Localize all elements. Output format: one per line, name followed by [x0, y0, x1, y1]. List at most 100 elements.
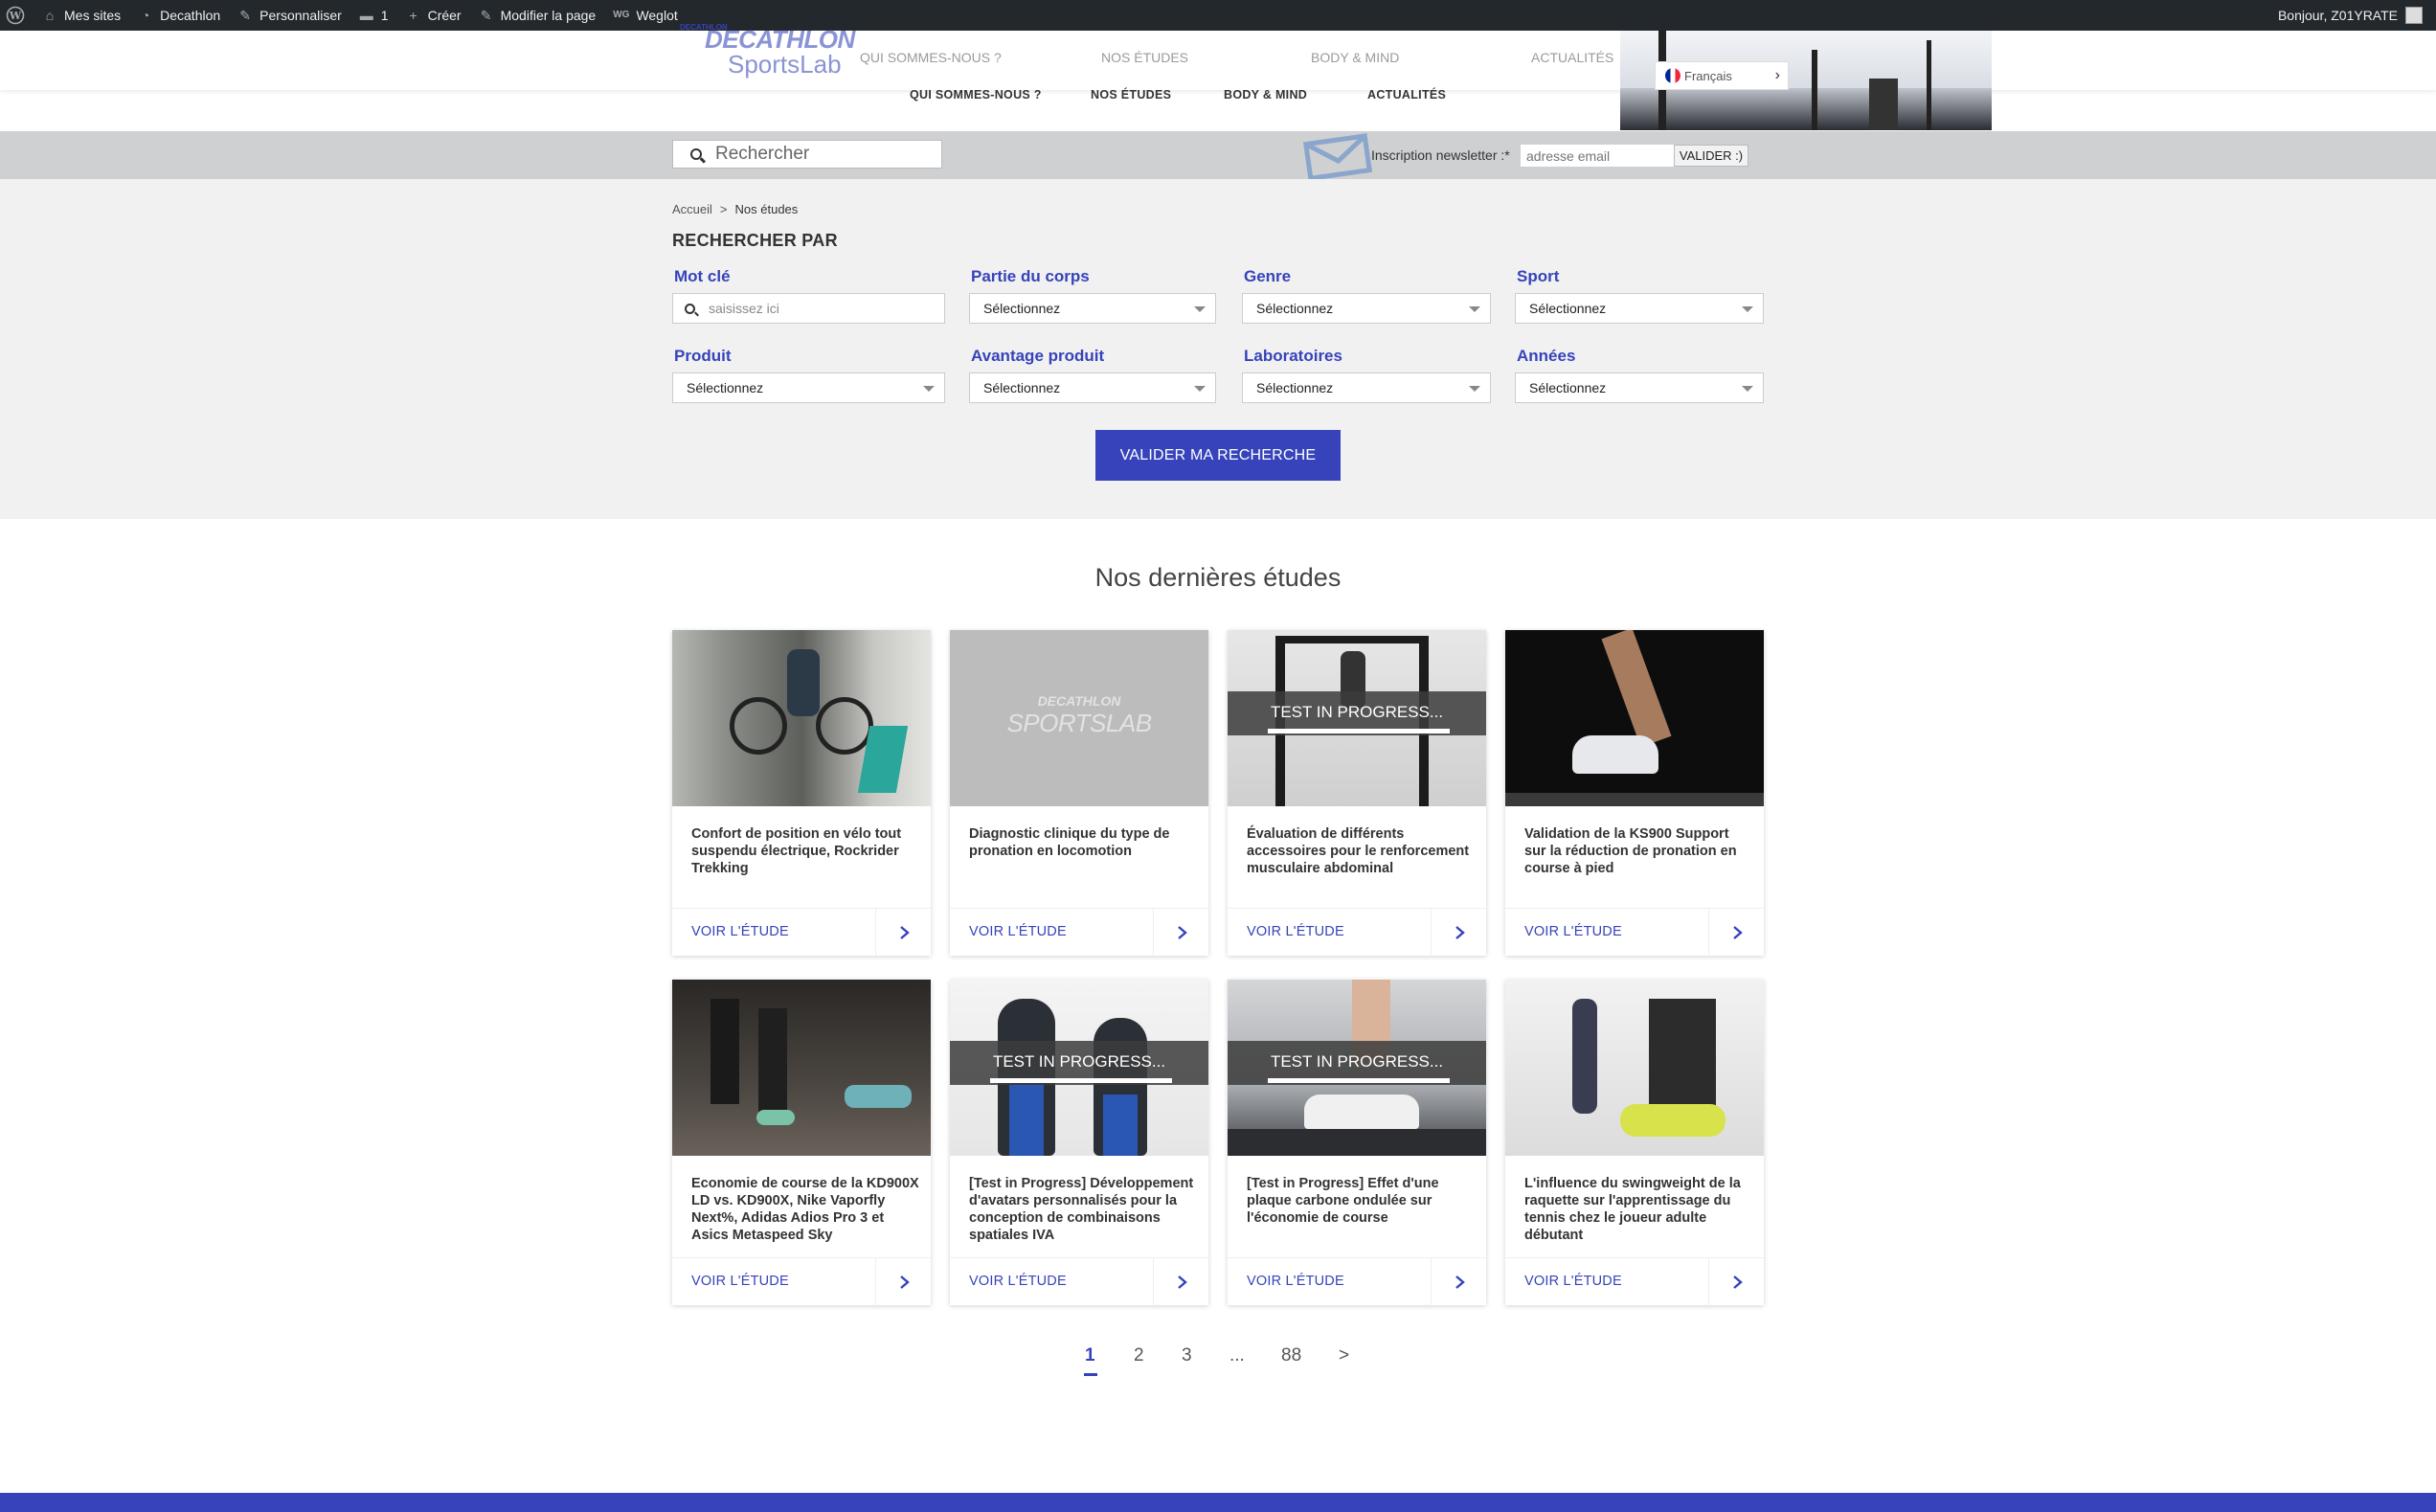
- sportslab-placeholder-image: DECATHLON SPORTSLAB: [950, 630, 1208, 806]
- nav-nos-etudes[interactable]: NOS ÉTUDES: [1091, 88, 1171, 102]
- site-search-input[interactable]: Rechercher: [672, 140, 942, 169]
- french-flag-icon: [1665, 68, 1680, 83]
- view-study-link[interactable]: VOIR L'ÉTUDE: [691, 1274, 789, 1289]
- ghost-nav-qui: QUI SOMMES-NOUS ?: [860, 50, 1002, 65]
- study-title: Economie de course de la KD900X LD vs. K…: [691, 1176, 919, 1243]
- view-study-link[interactable]: VOIR L'ÉTUDE: [1247, 924, 1344, 939]
- chevron-right-icon[interactable]: [1153, 1258, 1208, 1306]
- newsletter-label: Inscription newsletter :*: [1371, 147, 1510, 163]
- filter-label-laboratoires: Laboratoires: [1244, 347, 1342, 365]
- study-image-ebike: [672, 630, 931, 806]
- ghost-nav-body: BODY & MIND: [1311, 50, 1400, 65]
- pagination-page-2[interactable]: 2: [1134, 1345, 1144, 1366]
- chevron-right-icon[interactable]: [1708, 909, 1764, 957]
- filter-select-produit[interactable]: Sélectionnez: [672, 372, 945, 403]
- site-logo[interactable]: DECATHLON DECATHLON SportsLab: [672, 21, 855, 79]
- pagination-page-1[interactable]: 1: [1085, 1345, 1095, 1366]
- filter-select-laboratoires[interactable]: Sélectionnez: [1242, 372, 1491, 403]
- pagination-page-88[interactable]: 88: [1281, 1345, 1301, 1366]
- language-switcher[interactable]: Français ›: [1655, 61, 1789, 90]
- nav-body-mind[interactable]: BODY & MIND: [1224, 88, 1307, 102]
- study-title: [Test in Progress] Effet d'une plaque ca…: [1247, 1176, 1439, 1226]
- study-image-running-shoe: [1505, 630, 1764, 806]
- chevron-right-icon[interactable]: [1431, 1258, 1486, 1306]
- breadcrumb: Accueil > Nos études: [672, 202, 799, 216]
- search-by-title: RECHERCHER PAR: [672, 231, 838, 250]
- study-card[interactable]: TEST IN PROGRESS... [Test in Progress] D…: [950, 980, 1208, 1306]
- admin-comments[interactable]: ▬ 1: [350, 0, 397, 31]
- dropdown-caret-icon: [1194, 386, 1206, 392]
- chevron-right-icon: ›: [1774, 67, 1780, 83]
- admin-mes-sites[interactable]: ⌂ Mes sites: [34, 0, 129, 31]
- study-card[interactable]: TEST IN PROGRESS... [Test in Progress] E…: [1228, 980, 1486, 1306]
- study-card[interactable]: Confort de position en vélo tout suspend…: [672, 630, 931, 957]
- dashboard-icon: ◔: [141, 8, 150, 23]
- envelope-icon: [1302, 133, 1373, 182]
- ghost-nav-actualites: ACTUALITÉS: [1531, 50, 1614, 65]
- dropdown-caret-icon: [923, 386, 935, 392]
- admin-account[interactable]: Bonjour, Z01YRATE: [2278, 7, 2436, 24]
- chevron-right-icon[interactable]: [875, 909, 931, 957]
- filter-label-genre: Genre: [1244, 267, 1292, 285]
- view-study-link[interactable]: VOIR L'ÉTUDE: [969, 1274, 1067, 1289]
- view-study-link[interactable]: VOIR L'ÉTUDE: [1524, 924, 1622, 939]
- submit-search-button[interactable]: VALIDER MA RECHERCHE: [1095, 430, 1341, 481]
- view-study-link[interactable]: VOIR L'ÉTUDE: [1247, 1274, 1344, 1289]
- chevron-right-icon[interactable]: [875, 1258, 931, 1306]
- nav-qui-sommes-nous[interactable]: QUI SOMMES-NOUS ?: [910, 88, 1042, 102]
- study-card[interactable]: Validation de la KS900 Support sur la ré…: [1505, 630, 1764, 957]
- pagination-ellipsis: ...: [1229, 1345, 1245, 1365]
- admin-greeting: Bonjour, Z01YRATE: [2277, 8, 2398, 23]
- study-card[interactable]: TEST IN PROGRESS... Évaluation de différ…: [1228, 630, 1486, 957]
- language-label: Français: [1684, 68, 1732, 83]
- view-study-link[interactable]: VOIR L'ÉTUDE: [1524, 1274, 1622, 1289]
- search-bar: [0, 131, 2436, 179]
- view-study-link[interactable]: VOIR L'ÉTUDE: [969, 924, 1067, 939]
- dropdown-caret-icon: [1742, 306, 1753, 312]
- chevron-right-icon[interactable]: [1153, 909, 1208, 957]
- pagination-page-3[interactable]: 3: [1182, 1345, 1192, 1366]
- chevron-right-icon[interactable]: [1708, 1258, 1764, 1306]
- admin-creer[interactable]: + Créer: [397, 0, 470, 31]
- svg-text:W: W: [9, 10, 22, 22]
- pagination-next[interactable]: >: [1339, 1345, 1349, 1366]
- dropdown-caret-icon: [1194, 306, 1206, 312]
- latest-studies-title: Nos dernières études: [1094, 563, 1342, 592]
- filter-select-genre[interactable]: Sélectionnez: [1242, 293, 1491, 324]
- study-title: Confort de position en vélo tout suspend…: [691, 826, 902, 876]
- newsletter-email-field[interactable]: [1521, 145, 1674, 167]
- weglot-icon: WG: [613, 10, 630, 20]
- filter-label-produit: Produit: [674, 347, 732, 365]
- nav-actualites[interactable]: ACTUALITÉS: [1367, 88, 1446, 102]
- admin-personnaliser[interactable]: ✎ Personnaliser: [229, 0, 350, 31]
- filter-select-annees[interactable]: Sélectionnez: [1515, 372, 1764, 403]
- study-image-runners: [672, 980, 931, 1156]
- filter-select-avantage-produit[interactable]: Sélectionnez: [969, 372, 1216, 403]
- filter-select-partie-du-corps[interactable]: Sélectionnez: [969, 293, 1216, 324]
- pencil-icon: ✎: [480, 8, 492, 23]
- filter-label-sport: Sport: [1517, 267, 1560, 285]
- breadcrumb-home[interactable]: Accueil: [672, 202, 712, 216]
- filter-select-sport[interactable]: Sélectionnez: [1515, 293, 1764, 324]
- admin-modifier-page[interactable]: ✎ Modifier la page: [470, 0, 605, 31]
- site-header: [0, 31, 2436, 90]
- site-footer: [0, 1493, 2436, 1512]
- brush-icon: ✎: [239, 8, 252, 23]
- search-icon: [690, 148, 702, 160]
- newsletter-submit-button[interactable]: VALIDER :): [1674, 145, 1748, 167]
- test-in-progress-overlay: TEST IN PROGRESS...: [1228, 1041, 1486, 1085]
- study-card[interactable]: DECATHLON SPORTSLAB Diagnostic clinique …: [950, 630, 1208, 957]
- study-title: L'influence du swingweight de la raquett…: [1524, 1176, 1741, 1243]
- plus-icon: +: [409, 8, 417, 23]
- study-card[interactable]: L'influence du swingweight de la raquett…: [1505, 980, 1764, 1306]
- study-card[interactable]: Economie de course de la KD900X LD vs. K…: [672, 980, 931, 1306]
- admin-site-decathlon[interactable]: ◔ Decathlon: [129, 0, 229, 31]
- chevron-right-icon[interactable]: [1431, 909, 1486, 957]
- avatar: [2405, 7, 2423, 24]
- view-study-link[interactable]: VOIR L'ÉTUDE: [691, 924, 789, 939]
- pagination-active-indicator: [1084, 1373, 1097, 1376]
- comment-icon: ▬: [359, 8, 373, 23]
- wordpress-logo-icon[interactable]: W: [0, 0, 34, 31]
- keyword-input[interactable]: saisissez ici: [672, 293, 945, 324]
- breadcrumb-current: Nos études: [734, 202, 799, 216]
